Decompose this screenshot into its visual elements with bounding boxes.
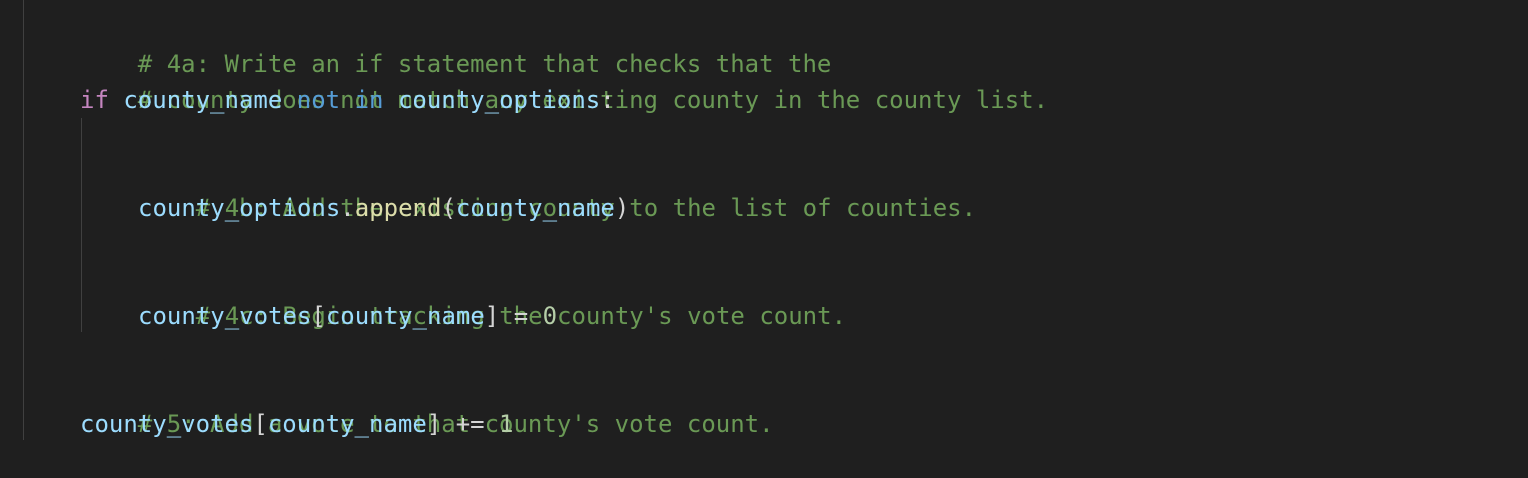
code-line-comment-5: # 5: Add a vote to that county's vote co… bbox=[80, 370, 774, 438]
close-bracket: ] bbox=[426, 410, 442, 438]
code-line-increment-votes: county_votes[county_name] += 1 bbox=[80, 406, 514, 442]
number-literal: 1 bbox=[499, 410, 514, 438]
variable-county-name: county_name bbox=[325, 302, 485, 330]
close-paren: ) bbox=[614, 194, 630, 222]
code-line-append: county_options.append(county_name) bbox=[138, 190, 629, 226]
variable-county-options: county_options bbox=[138, 194, 341, 222]
code-line-comment-4b: # 4b: Add the existing county to the lis… bbox=[138, 154, 976, 222]
open-bracket: [ bbox=[253, 410, 268, 438]
variable-county-options: county_options bbox=[397, 86, 601, 114]
variable-county-votes: county_votes bbox=[138, 302, 312, 330]
open-bracket: [ bbox=[311, 302, 326, 330]
method-append: append bbox=[354, 194, 442, 222]
code-line-comment-4c: # 4c: Begin tracking the county's vote c… bbox=[138, 262, 846, 330]
keyword-if: if bbox=[80, 86, 109, 114]
close-bracket: ] bbox=[484, 302, 500, 330]
code-editor[interactable]: # 4a: Write an if statement that checks … bbox=[0, 0, 1528, 456]
dot: . bbox=[340, 194, 355, 222]
code-line-comment-4a: # 4a: Write an if statement that checks … bbox=[80, 10, 832, 78]
colon: : bbox=[600, 86, 615, 114]
variable-county-name: county_name bbox=[267, 410, 427, 438]
keyword-in: in bbox=[354, 86, 384, 114]
code-line-if-statement: if county_name not in county_options: bbox=[80, 82, 615, 118]
open-paren: ( bbox=[441, 194, 456, 222]
add-assign-operator: += bbox=[441, 410, 500, 438]
code-line-comment-county: # county does not match any existing cou… bbox=[80, 46, 1048, 114]
variable-county-votes: county_votes bbox=[80, 410, 254, 438]
keyword-not: not bbox=[296, 86, 341, 114]
indent-guide bbox=[23, 0, 24, 440]
variable-county-name: county_name bbox=[123, 86, 283, 114]
assign-operator: = bbox=[499, 302, 543, 330]
number-literal: 0 bbox=[542, 302, 558, 330]
code-line-init-votes: county_votes[county_name] = 0 bbox=[138, 298, 557, 334]
variable-county-name: county_name bbox=[455, 194, 615, 222]
